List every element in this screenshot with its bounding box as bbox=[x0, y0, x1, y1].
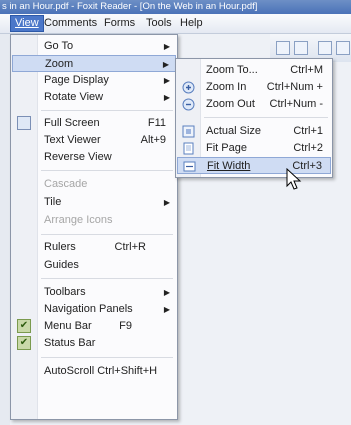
menu-item-arrange-icons: Arrange Icons bbox=[12, 212, 176, 229]
fit-page-icon bbox=[183, 142, 194, 155]
menu-forms[interactable]: Forms bbox=[100, 16, 139, 31]
menu-view[interactable]: View bbox=[10, 15, 44, 32]
zoom-in-icon bbox=[182, 81, 195, 94]
menu-item-go-to[interactable]: Go To ▶ bbox=[12, 38, 176, 55]
menu-separator bbox=[41, 278, 173, 279]
menu-item-label: Rotate View bbox=[44, 91, 104, 103]
menu-separator bbox=[41, 234, 173, 235]
toolbar-button-icon[interactable] bbox=[336, 41, 350, 55]
menu-bar: View Comments Forms Tools Help bbox=[0, 14, 351, 34]
menu-item-label: Full Screen bbox=[44, 117, 100, 129]
menu-item-label: Guides bbox=[44, 259, 79, 271]
menu-item-shortcut: F11 bbox=[147, 117, 166, 129]
menu-item-fit-width[interactable]: Fit Width Ctrl+3 bbox=[177, 157, 331, 174]
full-screen-icon bbox=[17, 116, 31, 130]
menu-item-rotate-view[interactable]: Rotate View ▶ bbox=[12, 89, 176, 106]
menu-item-actual-size[interactable]: Actual Size Ctrl+1 bbox=[177, 123, 331, 140]
menu-item-status-bar[interactable]: ✔ Status Bar bbox=[12, 335, 176, 352]
menu-item-rulers[interactable]: Rulers Ctrl+R bbox=[12, 239, 176, 256]
menu-separator bbox=[41, 357, 173, 358]
menu-item-fit-page[interactable]: Fit Page Ctrl+2 bbox=[177, 140, 331, 157]
menu-item-label: Navigation Panels bbox=[44, 303, 133, 315]
menu-separator bbox=[41, 170, 173, 171]
menu-item-label: Zoom Out bbox=[206, 98, 255, 110]
menu-item-shortcut: F9 bbox=[119, 320, 132, 332]
menu-item-navigation-panels[interactable]: Navigation Panels ▶ bbox=[12, 301, 176, 318]
menu-item-tile[interactable]: Tile ▶ bbox=[12, 194, 176, 211]
menu-item-zoom-to[interactable]: Zoom To... Ctrl+M bbox=[177, 62, 331, 79]
menu-item-label: Rulers bbox=[44, 241, 76, 253]
zoom-out-icon bbox=[182, 98, 195, 111]
menu-separator bbox=[204, 117, 328, 118]
zoom-submenu: Zoom To... Ctrl+M Zoom In Ctrl+Num + Zoo… bbox=[175, 58, 333, 178]
menu-comments[interactable]: Comments bbox=[40, 16, 101, 31]
menu-item-label: Actual Size bbox=[206, 125, 262, 137]
menu-item-label: Zoom bbox=[45, 58, 74, 70]
menu-tools-label: Tools bbox=[146, 17, 172, 29]
menu-item-label: Menu Bar bbox=[44, 320, 92, 332]
menu-item-label: Zoom In bbox=[206, 81, 247, 93]
menu-item-shortcut: Ctrl+M bbox=[290, 64, 323, 76]
left-edge-panel bbox=[0, 34, 10, 425]
menu-item-zoom[interactable]: Zoom ▶ bbox=[12, 55, 176, 72]
checkmark-icon: ✔ bbox=[17, 336, 31, 350]
menu-tools[interactable]: Tools bbox=[142, 16, 176, 31]
submenu-arrow-icon: ▶ bbox=[162, 60, 169, 69]
menu-item-label: Reverse View bbox=[44, 151, 112, 163]
submenu-arrow-icon: ▶ bbox=[163, 288, 170, 297]
mouse-pointer-icon bbox=[286, 168, 302, 190]
toolbar-button-icon[interactable] bbox=[318, 41, 332, 55]
fit-width-icon bbox=[183, 161, 196, 172]
menu-item-text-viewer[interactable]: Text Viewer Alt+9 bbox=[12, 132, 176, 149]
submenu-arrow-icon: ▶ bbox=[163, 93, 170, 102]
submenu-arrow-icon: ▶ bbox=[163, 305, 170, 314]
menu-item-label: Tile bbox=[44, 196, 62, 208]
window-title: s in an Hour.pdf - Foxit Reader - [On th… bbox=[0, 0, 351, 14]
menu-separator bbox=[41, 110, 173, 111]
menu-item-page-display[interactable]: Page Display ▶ bbox=[12, 72, 176, 89]
view-menu: Go To ▶ Zoom ▶ Page Display ▶ Rotate Vie… bbox=[10, 34, 178, 420]
menu-item-shortcut: Ctrl+Num - bbox=[269, 98, 323, 110]
menu-item-label: Toolbars bbox=[44, 286, 86, 298]
menu-item-reverse-view[interactable]: Reverse View bbox=[12, 149, 176, 166]
menu-item-menu-bar[interactable]: ✔ Menu Bar F9 bbox=[12, 318, 176, 335]
menu-help[interactable]: Help bbox=[176, 16, 207, 31]
submenu-arrow-icon: ▶ bbox=[163, 198, 170, 207]
menu-item-shortcut: Ctrl+R bbox=[114, 241, 146, 253]
menu-item-label: AutoScroll Ctrl+Shift+H bbox=[44, 365, 158, 377]
menu-item-shortcut: Alt+9 bbox=[140, 134, 166, 146]
menu-item-zoom-in[interactable]: Zoom In Ctrl+Num + bbox=[177, 79, 331, 96]
menu-item-shortcut: Ctrl+2 bbox=[293, 142, 323, 154]
menu-item-label: Fit Width bbox=[207, 160, 251, 172]
submenu-arrow-icon: ▶ bbox=[163, 42, 170, 51]
toolbar-button-icon[interactable] bbox=[276, 41, 290, 55]
menu-item-label: Go To bbox=[44, 40, 74, 52]
menu-item-label: Arrange Icons bbox=[44, 214, 113, 226]
menu-item-cascade: Cascade bbox=[12, 176, 176, 193]
menu-item-label: Text Viewer bbox=[44, 134, 101, 146]
menu-item-zoom-out[interactable]: Zoom Out Ctrl+Num - bbox=[177, 96, 331, 113]
menu-help-label: Help bbox=[180, 17, 203, 29]
menu-item-label: Cascade bbox=[44, 178, 88, 190]
menu-item-label: Page Display bbox=[44, 74, 109, 86]
menu-item-guides[interactable]: Guides bbox=[12, 257, 176, 274]
toolbar-button-icon[interactable] bbox=[294, 41, 308, 55]
actual-size-icon bbox=[182, 125, 195, 138]
submenu-arrow-icon: ▶ bbox=[163, 76, 170, 85]
menu-item-shortcut: Ctrl+1 bbox=[293, 125, 323, 137]
menu-item-label: Fit Page bbox=[206, 142, 247, 154]
menu-view-label: View bbox=[15, 17, 39, 29]
menu-item-label: Zoom To... bbox=[206, 64, 258, 76]
menu-item-shortcut: Ctrl+Num + bbox=[266, 81, 323, 93]
menu-item-full-screen[interactable]: Full Screen F11 bbox=[12, 115, 176, 132]
menu-item-label: Status Bar bbox=[44, 337, 96, 349]
menu-item-toolbars[interactable]: Toolbars ▶ bbox=[12, 284, 176, 301]
menu-item-autoscroll[interactable]: AutoScroll Ctrl+Shift+H bbox=[12, 363, 176, 380]
menu-comments-label: Comments bbox=[44, 17, 98, 29]
menu-forms-label: Forms bbox=[104, 17, 136, 29]
checkmark-icon: ✔ bbox=[17, 319, 31, 333]
